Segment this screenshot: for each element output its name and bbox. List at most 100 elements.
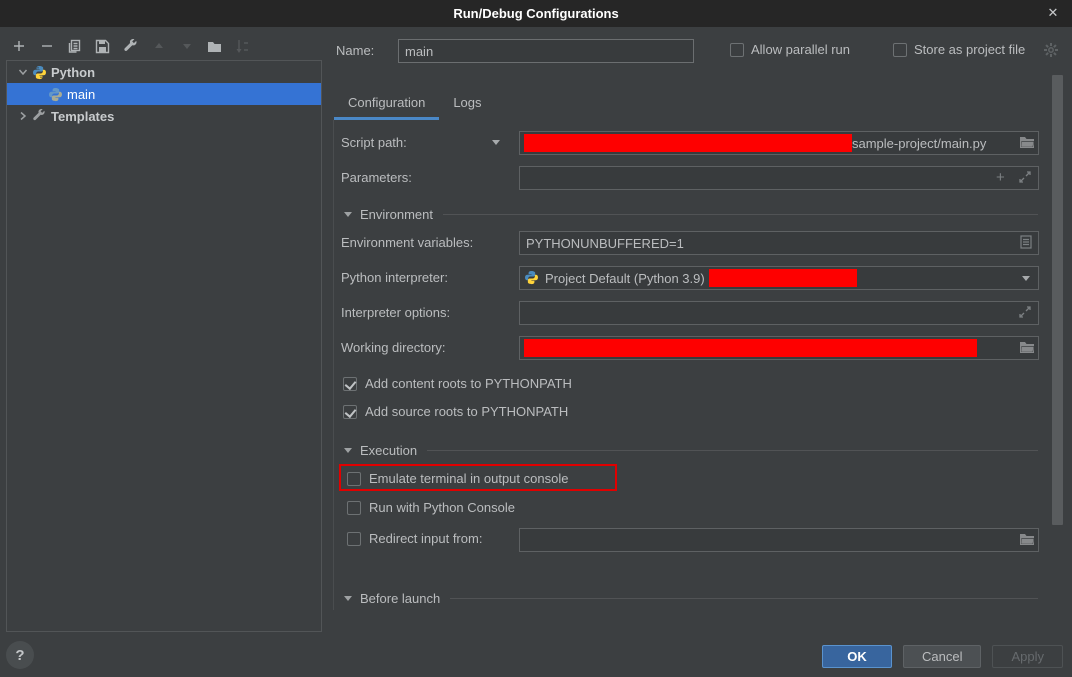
- section-divider: [427, 450, 1038, 451]
- checkbox-icon[interactable]: [347, 501, 361, 515]
- tree-item-main-selected[interactable]: main: [7, 83, 321, 105]
- environment-variables-row: Environment variables:: [334, 231, 1049, 255]
- tree-item-templates-group[interactable]: Templates: [7, 105, 321, 127]
- interpreter-options-row: Interpreter options:: [334, 301, 1049, 325]
- script-path-value: sample-project/main.py: [852, 136, 986, 151]
- folder-icon[interactable]: [1019, 340, 1035, 356]
- parameters-label: Parameters:: [341, 170, 412, 185]
- interpreter-options-input[interactable]: [519, 301, 1039, 325]
- parameters-input[interactable]: [519, 166, 1039, 190]
- expand-icon[interactable]: [1018, 305, 1034, 321]
- chevron-right-icon[interactable]: [15, 111, 31, 121]
- redaction-block: [524, 339, 977, 357]
- folder-icon[interactable]: [1019, 532, 1035, 548]
- section-collapse-icon[interactable]: [344, 448, 352, 453]
- working-directory-field[interactable]: [519, 336, 1039, 360]
- configurations-toolbar: [10, 36, 251, 56]
- python-icon: [524, 270, 540, 286]
- emulate-terminal-checkbox[interactable]: Emulate terminal in output console: [347, 471, 568, 486]
- add-content-roots-checkbox[interactable]: Add content roots to PYTHONPATH: [343, 376, 572, 391]
- working-directory-row: Working directory:: [334, 336, 1049, 360]
- remove-icon[interactable]: [38, 38, 55, 55]
- before-launch-section-header[interactable]: Before launch: [334, 589, 1049, 607]
- close-icon[interactable]: ✕: [1044, 4, 1062, 22]
- apply-button[interactable]: Apply: [992, 645, 1063, 668]
- section-collapse-icon[interactable]: [344, 212, 352, 217]
- tab-logs[interactable]: Logs: [439, 90, 495, 120]
- python-icon: [47, 86, 63, 102]
- checkbox-icon[interactable]: [343, 377, 357, 391]
- parameters-row: Parameters: +: [334, 166, 1049, 190]
- tab-bar: Configuration Logs: [334, 90, 496, 120]
- vertical-scrollbar-thumb[interactable]: [1052, 75, 1063, 525]
- script-path-field[interactable]: sample-project/main.py: [519, 131, 1039, 155]
- dialog-title: Run/Debug Configurations: [453, 6, 618, 21]
- tree-item-label: Templates: [51, 109, 114, 124]
- move-down-icon[interactable]: [178, 38, 195, 55]
- python-interpreter-label: Python interpreter:: [341, 270, 448, 285]
- section-collapse-icon[interactable]: [344, 596, 352, 601]
- python-icon: [31, 64, 47, 80]
- tree-item-python-group[interactable]: Python: [7, 61, 321, 83]
- store-as-project-file-label: Store as project file: [914, 42, 1025, 57]
- gear-icon[interactable]: [1043, 42, 1059, 58]
- dialog-titlebar: Run/Debug Configurations ✕: [0, 0, 1072, 27]
- allow-parallel-run-checkbox[interactable]: Allow parallel run: [730, 42, 850, 57]
- checkbox-icon[interactable]: [343, 405, 357, 419]
- configuration-form: Script path: sample-project/main.py Para…: [333, 120, 1049, 610]
- configurations-tree: Python main Templates: [6, 60, 322, 632]
- execution-section-title: Execution: [360, 443, 417, 458]
- redaction-block: [709, 269, 857, 287]
- run-with-python-console-label: Run with Python Console: [369, 500, 515, 515]
- section-divider: [450, 598, 1038, 599]
- save-icon[interactable]: [94, 38, 111, 55]
- wrench-icon: [31, 108, 47, 124]
- plus-icon[interactable]: +: [996, 171, 1012, 187]
- allow-parallel-run-label: Allow parallel run: [751, 42, 850, 57]
- checkbox-icon[interactable]: [730, 43, 744, 57]
- name-input[interactable]: [398, 39, 694, 63]
- expand-icon[interactable]: [1018, 170, 1034, 186]
- folder-icon[interactable]: [1019, 135, 1035, 151]
- tab-configuration[interactable]: Configuration: [334, 90, 439, 120]
- environment-variables-input[interactable]: [519, 231, 1039, 255]
- script-path-row: Script path: sample-project/main.py: [334, 131, 1049, 155]
- environment-variables-label: Environment variables:: [341, 235, 473, 250]
- add-source-roots-checkbox[interactable]: Add source roots to PYTHONPATH: [343, 404, 568, 419]
- ok-button[interactable]: OK: [822, 645, 892, 668]
- tree-item-label: Python: [51, 65, 95, 80]
- edit-templates-icon[interactable]: [122, 38, 139, 55]
- add-source-roots-label: Add source roots to PYTHONPATH: [365, 404, 568, 419]
- new-folder-icon[interactable]: [206, 38, 223, 55]
- list-icon[interactable]: [1020, 235, 1036, 251]
- help-button[interactable]: ?: [6, 641, 34, 669]
- store-as-project-file-checkbox[interactable]: Store as project file: [893, 42, 1025, 57]
- chevron-down-icon[interactable]: [15, 67, 31, 77]
- script-path-label: Script path:: [341, 135, 407, 150]
- add-icon[interactable]: [10, 38, 27, 55]
- emulate-terminal-label: Emulate terminal in output console: [369, 471, 568, 486]
- environment-section-header[interactable]: Environment: [334, 205, 1049, 223]
- script-path-dropdown-icon[interactable]: [492, 140, 500, 145]
- redaction-block: [524, 134, 852, 152]
- add-content-roots-label: Add content roots to PYTHONPATH: [365, 376, 572, 391]
- name-label: Name:: [336, 43, 374, 58]
- redirect-input-row: [334, 528, 1049, 552]
- section-divider: [443, 214, 1038, 215]
- copy-icon[interactable]: [66, 38, 83, 55]
- dialog-buttons: OK Cancel Apply: [822, 645, 1063, 668]
- cancel-button[interactable]: Cancel: [903, 645, 981, 668]
- combobox-dropdown-icon[interactable]: [1014, 267, 1038, 289]
- working-directory-label: Working directory:: [341, 340, 446, 355]
- redirect-input-field[interactable]: [519, 528, 1039, 552]
- python-interpreter-combobox[interactable]: Project Default (Python 3.9): [519, 266, 1039, 290]
- interpreter-options-label: Interpreter options:: [341, 305, 450, 320]
- checkbox-icon[interactable]: [893, 43, 907, 57]
- move-up-icon[interactable]: [150, 38, 167, 55]
- execution-section-header[interactable]: Execution: [334, 441, 1049, 459]
- checkbox-icon[interactable]: [347, 472, 361, 486]
- name-row: Name: Allow parallel run Store as projec…: [336, 39, 1048, 63]
- sort-icon[interactable]: [234, 38, 251, 55]
- run-with-python-console-checkbox[interactable]: Run with Python Console: [347, 500, 515, 515]
- before-launch-section-title: Before launch: [360, 591, 440, 606]
